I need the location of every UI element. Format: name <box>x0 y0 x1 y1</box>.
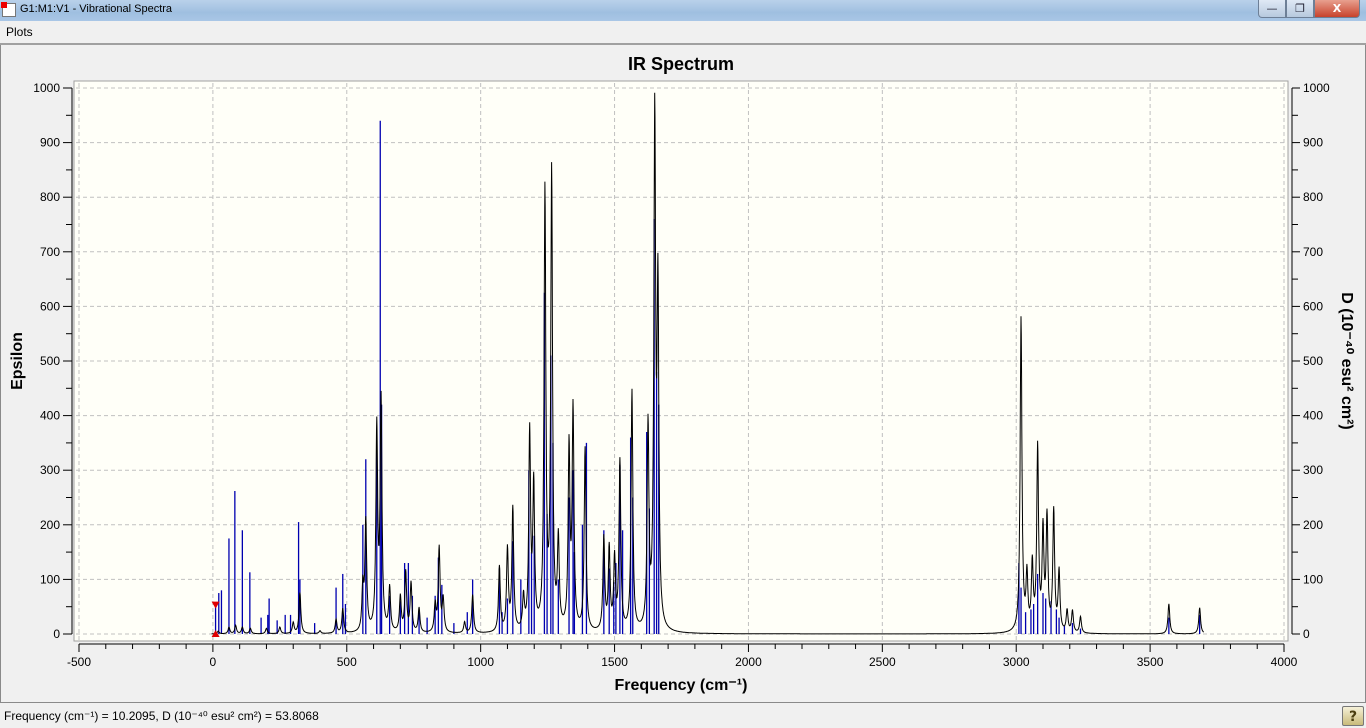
chart-title: IR Spectrum <box>628 54 734 74</box>
y-tick-label: 600 <box>40 299 60 313</box>
y-tick-label: 400 <box>40 409 60 423</box>
y-tick-label: 700 <box>40 245 60 259</box>
y-tick-label: 500 <box>40 354 60 368</box>
y-axis-label: Epsilon <box>9 332 26 390</box>
y2-tick-label: 500 <box>1303 354 1323 368</box>
y2-tick-label: 700 <box>1303 245 1323 259</box>
y2-tick-label: 600 <box>1303 299 1323 313</box>
x-tick-label: 1500 <box>601 655 628 669</box>
y2-tick-label: 900 <box>1303 136 1323 150</box>
help-button[interactable]: ? <box>1342 706 1364 726</box>
y-tick-label: 100 <box>40 572 60 586</box>
y-tick-label: 1000 <box>33 81 60 95</box>
x-tick-label: 2500 <box>869 655 896 669</box>
x-tick-label: 3500 <box>1137 655 1164 669</box>
y2-tick-label: 1000 <box>1303 81 1330 95</box>
x-tick-label: 3000 <box>1003 655 1030 669</box>
y2-axis-label: D (10⁻⁴⁰ esu² cm²) <box>1338 292 1355 429</box>
y-tick-label: 200 <box>40 518 60 532</box>
y2-tick-label: 300 <box>1303 463 1323 477</box>
x-tick-label: 4000 <box>1271 655 1298 669</box>
y2-tick-label: 100 <box>1303 572 1323 586</box>
x-tick-label: 2000 <box>735 655 762 669</box>
y2-tick-label: 0 <box>1303 627 1310 641</box>
x-tick-label: 0 <box>210 655 217 669</box>
x-tick-label: -500 <box>67 655 91 669</box>
y-tick-label: 900 <box>40 136 60 150</box>
status-readout: Frequency (cm⁻¹) = 10.2095, D (10⁻⁴⁰ esu… <box>4 709 319 723</box>
y-tick-label: 800 <box>40 190 60 204</box>
y2-tick-label: 400 <box>1303 409 1323 423</box>
y2-tick-label: 800 <box>1303 190 1323 204</box>
x-tick-label: 500 <box>337 655 357 669</box>
y2-tick-label: 200 <box>1303 518 1323 532</box>
status-bar: Frequency (cm⁻¹) = 10.2095, D (10⁻⁴⁰ esu… <box>0 704 1366 728</box>
y-tick-label: 300 <box>40 463 60 477</box>
y-tick-label: 0 <box>53 627 60 641</box>
x-axis-label: Frequency (cm⁻¹) <box>615 677 748 694</box>
ir-spectrum-chart[interactable]: -500 0 500 1000 1500 2000 2500 3000 3500 4000 0 0 10… <box>0 0 1366 704</box>
x-tick-label: 1000 <box>467 655 494 669</box>
